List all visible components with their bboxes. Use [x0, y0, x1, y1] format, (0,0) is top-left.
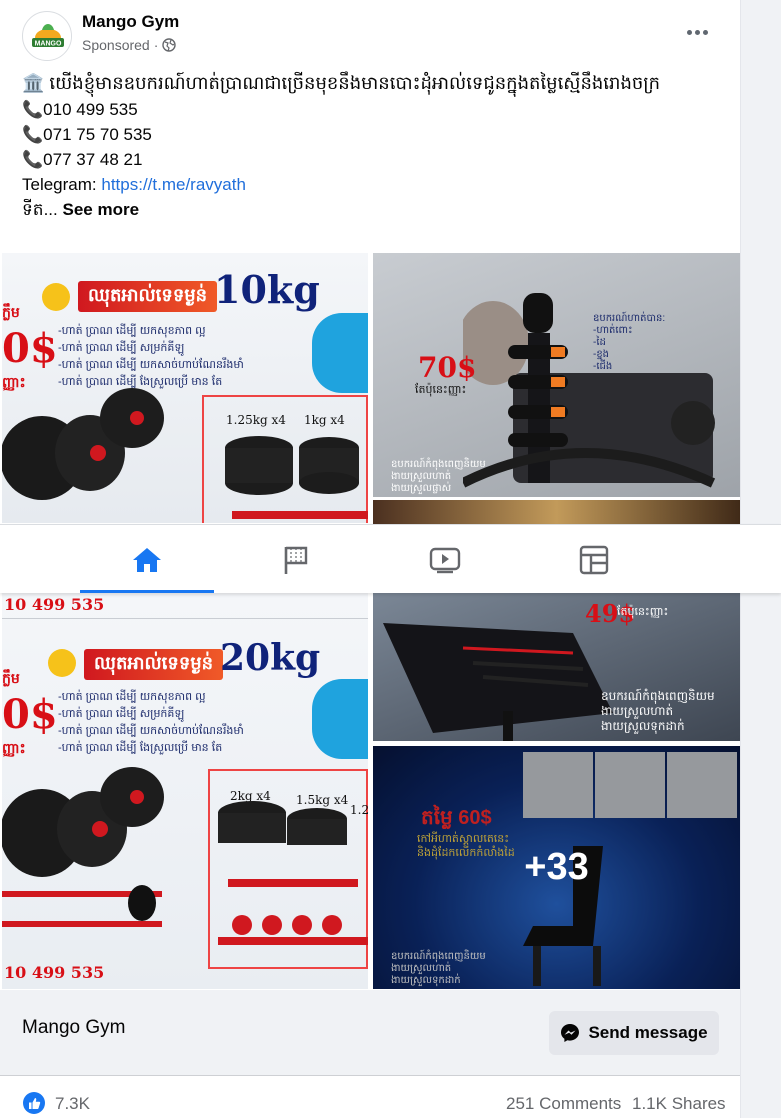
cta-page-name[interactable]: Mango Gym	[22, 1017, 125, 1039]
separator-dot: ·	[153, 37, 159, 53]
more-photos-overlay[interactable]: +33	[373, 746, 740, 989]
nav-active-indicator	[80, 590, 214, 593]
telegram-line: Telegram: https://t.me/ravyath	[22, 172, 722, 197]
sponsored-label: Sponsored ·	[82, 37, 177, 53]
smiley-icon	[42, 283, 70, 311]
dumbbell-graphic	[2, 767, 368, 945]
smiley-icon	[48, 649, 76, 677]
bullet-list: -ហាត់ ប្រាណ ដើម្បី យកសុខភាព ល្អ -ហាត់ ប្…	[58, 325, 244, 388]
tail-text: ទីត...	[22, 200, 63, 219]
send-message-button[interactable]: Send message	[549, 1011, 719, 1055]
price-tag: 70$	[418, 351, 477, 384]
phone-number: 10 499 535	[4, 963, 105, 982]
avatar-text: MANGO	[35, 41, 62, 48]
left-price: 0$	[2, 691, 58, 738]
phone-line: 📞077 37 48 21	[22, 150, 143, 169]
post-image-ab-machine[interactable]: 70$ តែប៉ុនេះញ្ញាះ ឧបករណ៍ហាត់បាន: -ហាត់ពោ…	[373, 253, 740, 497]
price-sub: តែប៉ុនេះញ្ញាះ	[617, 606, 669, 618]
phone-number: 10 499 535	[4, 595, 105, 614]
comment-count[interactable]: 251 Comments	[506, 1094, 621, 1114]
telegram-label: Telegram:	[22, 175, 102, 194]
nav-feeds[interactable]	[527, 525, 661, 594]
globe-icon	[162, 38, 177, 52]
nav-home[interactable]	[80, 525, 214, 594]
home-icon	[133, 547, 161, 572]
left-label: ក្លឹម	[2, 304, 20, 320]
more-options-button[interactable]	[680, 20, 714, 44]
like-count[interactable]: 7.3K	[55, 1094, 90, 1114]
more-horizontal-icon	[686, 29, 692, 35]
nav-pages[interactable]	[229, 525, 363, 594]
post-image-dumbbell-20kg[interactable]: 10 499 535 ឈុតអាល់ទេទម្ងន់ 20kg ក្លឹម 0$…	[2, 593, 368, 989]
share-count[interactable]: 1.1K Shares	[632, 1094, 726, 1114]
accessory-graphic	[312, 313, 368, 393]
image-headline: ឈុតអាល់ទេទម្ងន់	[78, 281, 218, 312]
accessory-graphic	[312, 679, 368, 759]
feature-list: ឧបករណ៍ហាត់បាន: -ហាត់ពោះ -ដៃ -ខ្នង -ជើង	[593, 313, 666, 372]
divider	[0, 1075, 740, 1076]
sponsored-text: Sponsored	[82, 37, 150, 53]
post-image-partial[interactable]	[373, 500, 740, 524]
benefit-list: ឧបករណ៍កំពុងពេញនិយម ងាយស្រួលហាត់ ងាយស្រួល…	[601, 689, 715, 733]
left-label: ក្លឹម	[2, 670, 20, 686]
feed-icon	[579, 545, 609, 574]
dumbbell-graphic	[2, 388, 368, 519]
see-more-link[interactable]: See more	[62, 200, 139, 219]
left-price: 0$	[2, 325, 58, 372]
avatar[interactable]: MANGO	[22, 11, 72, 61]
phone-line: 📞071 75 70 535	[22, 125, 152, 144]
messenger-icon	[561, 1024, 580, 1042]
image-weight: 20kg	[220, 637, 321, 679]
more-photos-count: +33	[524, 846, 589, 888]
send-message-label: Send message	[588, 1023, 708, 1042]
tail-line: ទីត... See more	[22, 197, 722, 222]
post-image-dumbbell-10kg[interactable]: ឈុតអាល់ទេទម្ងន់ 10kg ក្លឹម 0$ ញ្ញាះ -ហាត…	[2, 253, 368, 523]
page-name[interactable]: Mango Gym	[82, 12, 179, 32]
image-weight: 10kg	[214, 267, 320, 312]
post-main-text: 🏛️ យើងខ្ញុំមានឧបករណ៍ហាត់ប្រាណជាច្រើនមុខន…	[22, 73, 661, 93]
nav-watch[interactable]	[378, 525, 512, 594]
flag-icon	[284, 546, 308, 574]
phone-line: 📞010 499 535	[22, 100, 138, 119]
video-icon	[429, 547, 461, 573]
bullet-list: -ហាត់ ប្រាណ ដើម្បី យកសុខភាព ល្អ -ហាត់ ប្…	[58, 691, 244, 754]
price-sub: តែប៉ុនេះញ្ញាះ	[415, 384, 467, 396]
telegram-link[interactable]: https://t.me/ravyath	[101, 175, 246, 194]
like-icon[interactable]	[23, 1092, 45, 1114]
image-headline: ឈុតអាល់ទេទម្ងន់	[84, 649, 224, 680]
bottom-navigation	[0, 524, 781, 593]
post-image-bench[interactable]: 49$ តែប៉ុនេះញ្ញាះ ឧបករណ៍កំពុងពេញនិយម ងាយ…	[373, 593, 740, 741]
post-text: 🏛️ យើងខ្ញុំមានឧបករណ៍ហាត់ប្រាណជាច្រើនមុខន…	[22, 70, 722, 222]
ab-machine-graphic	[463, 293, 716, 488]
benefit-list: ឧបករណ៍កំពុងពេញនិយម ងាយស្រួលហាត់ ងាយស្រួល…	[391, 459, 486, 494]
